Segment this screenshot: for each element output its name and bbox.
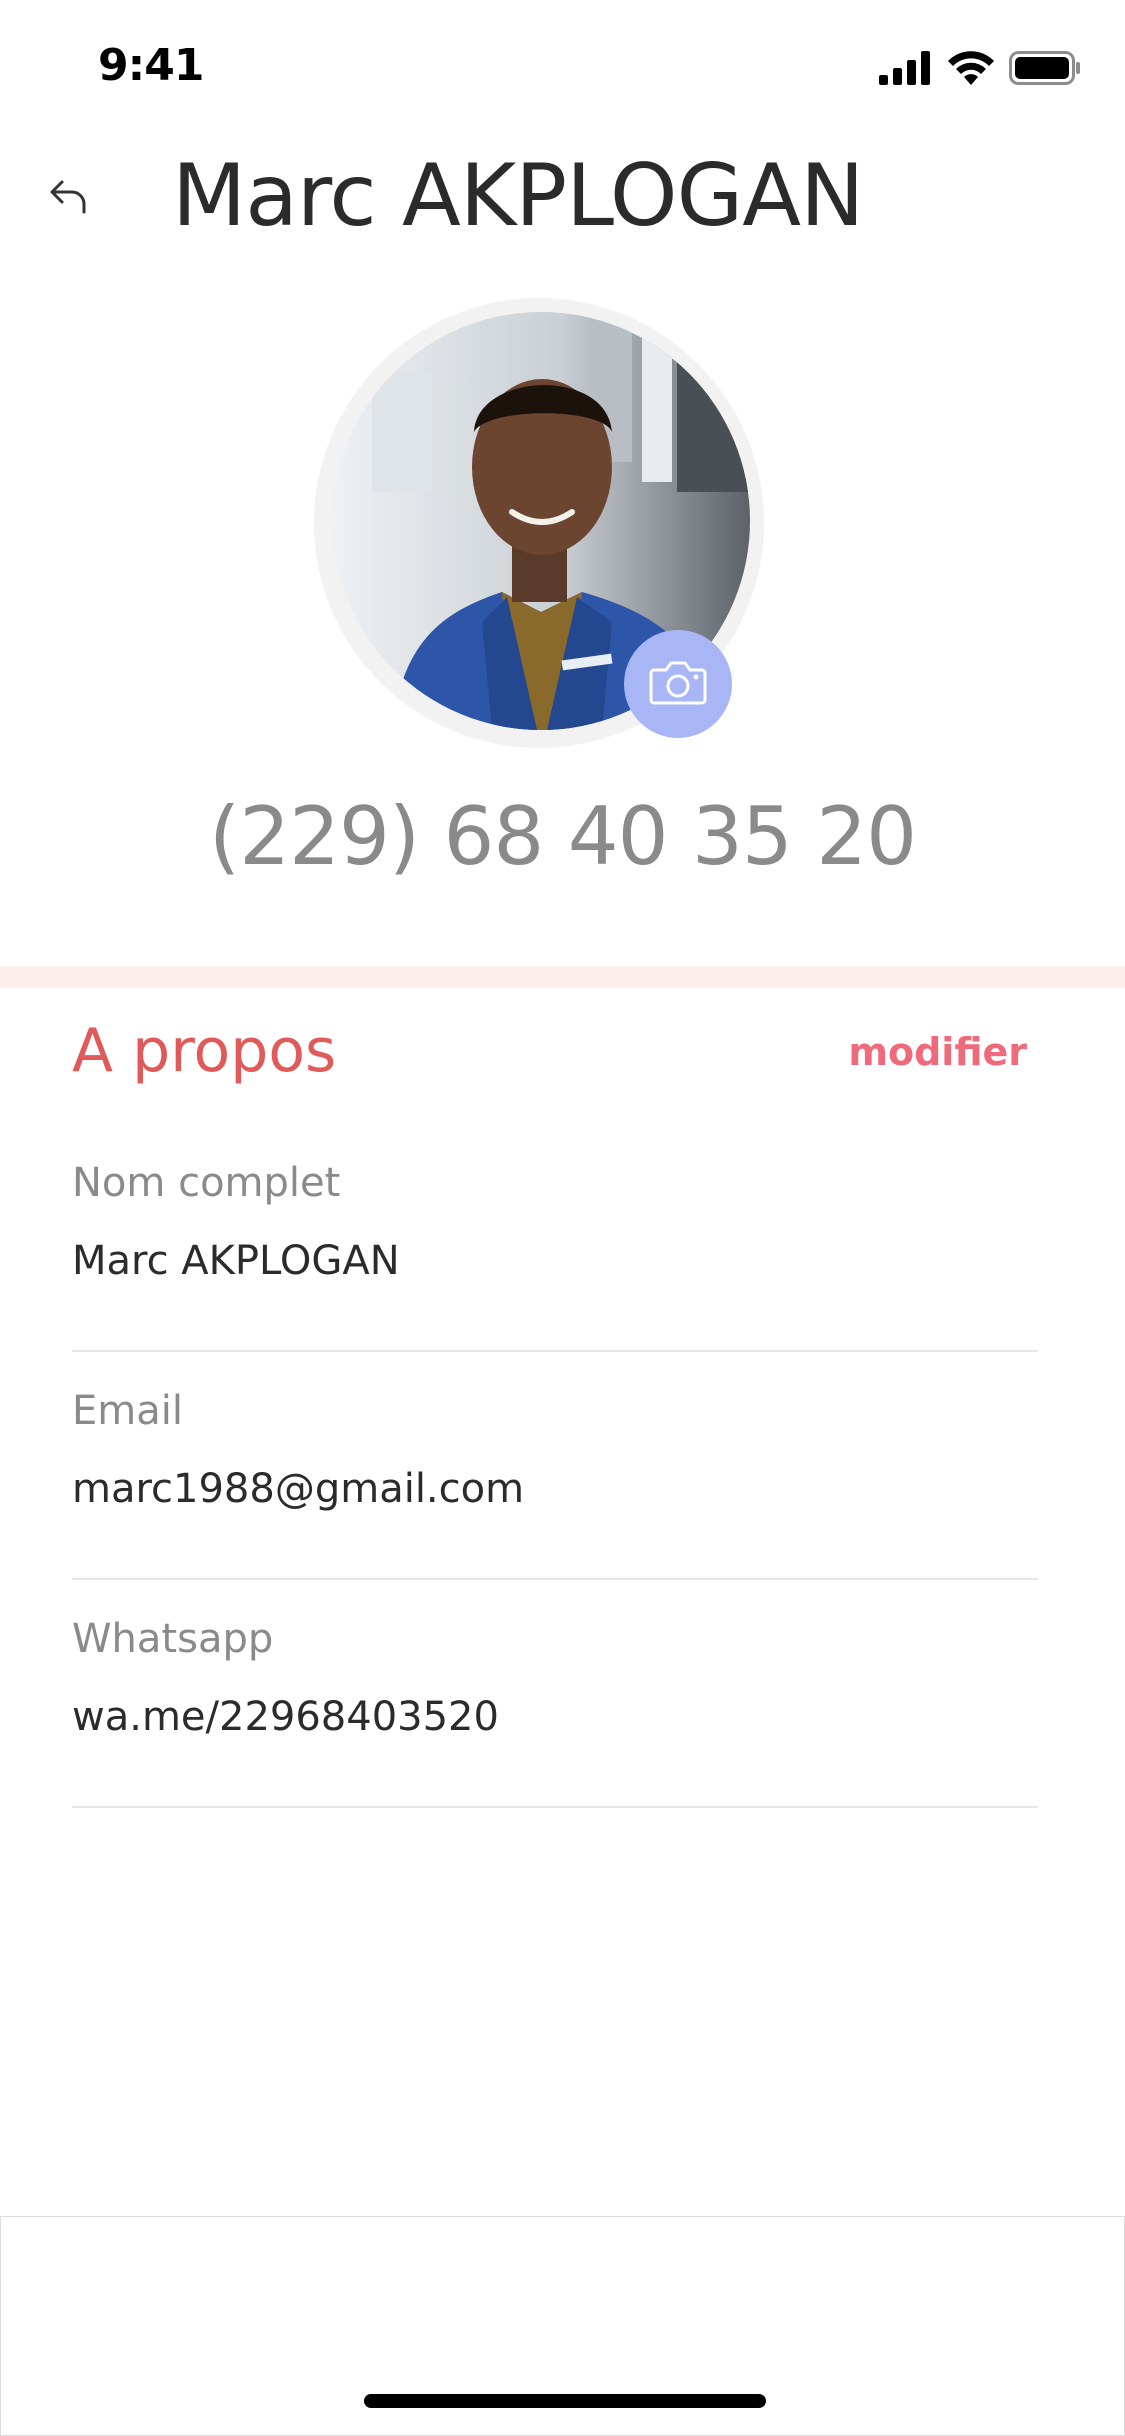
field-email: Email marc1988@gmail.com [72,1388,1038,1580]
back-arrow-icon [46,174,90,222]
status-icons [879,48,1081,92]
field-full-name: Nom complet Marc AKPLOGAN [72,1160,1038,1352]
battery-icon [1009,51,1081,89]
field-whatsapp: Whatsapp wa.me/22968403520 [72,1616,1038,1808]
field-value: wa.me/22968403520 [72,1694,499,1740]
signal-icon [879,51,933,89]
change-photo-button[interactable] [624,630,732,738]
status-time: 9:41 [98,40,204,91]
field-label: Whatsapp [72,1616,274,1662]
edit-link[interactable]: modifier [848,1030,1027,1074]
page-title: Marc AKPLOGAN [172,146,864,246]
field-value: Marc AKPLOGAN [72,1238,400,1284]
wifi-icon [947,51,995,89]
camera-icon [648,658,708,710]
home-indicator[interactable] [364,2394,766,2408]
back-button[interactable] [30,160,106,236]
field-label: Email [72,1388,183,1434]
phone-number: (229) 68 40 35 20 [208,790,917,883]
about-section-title: A propos [72,1016,337,1086]
field-value: marc1988@gmail.com [72,1466,525,1512]
field-label: Nom complet [72,1160,341,1206]
status-bar: 9:41 [0,0,1125,140]
section-divider [0,966,1125,988]
